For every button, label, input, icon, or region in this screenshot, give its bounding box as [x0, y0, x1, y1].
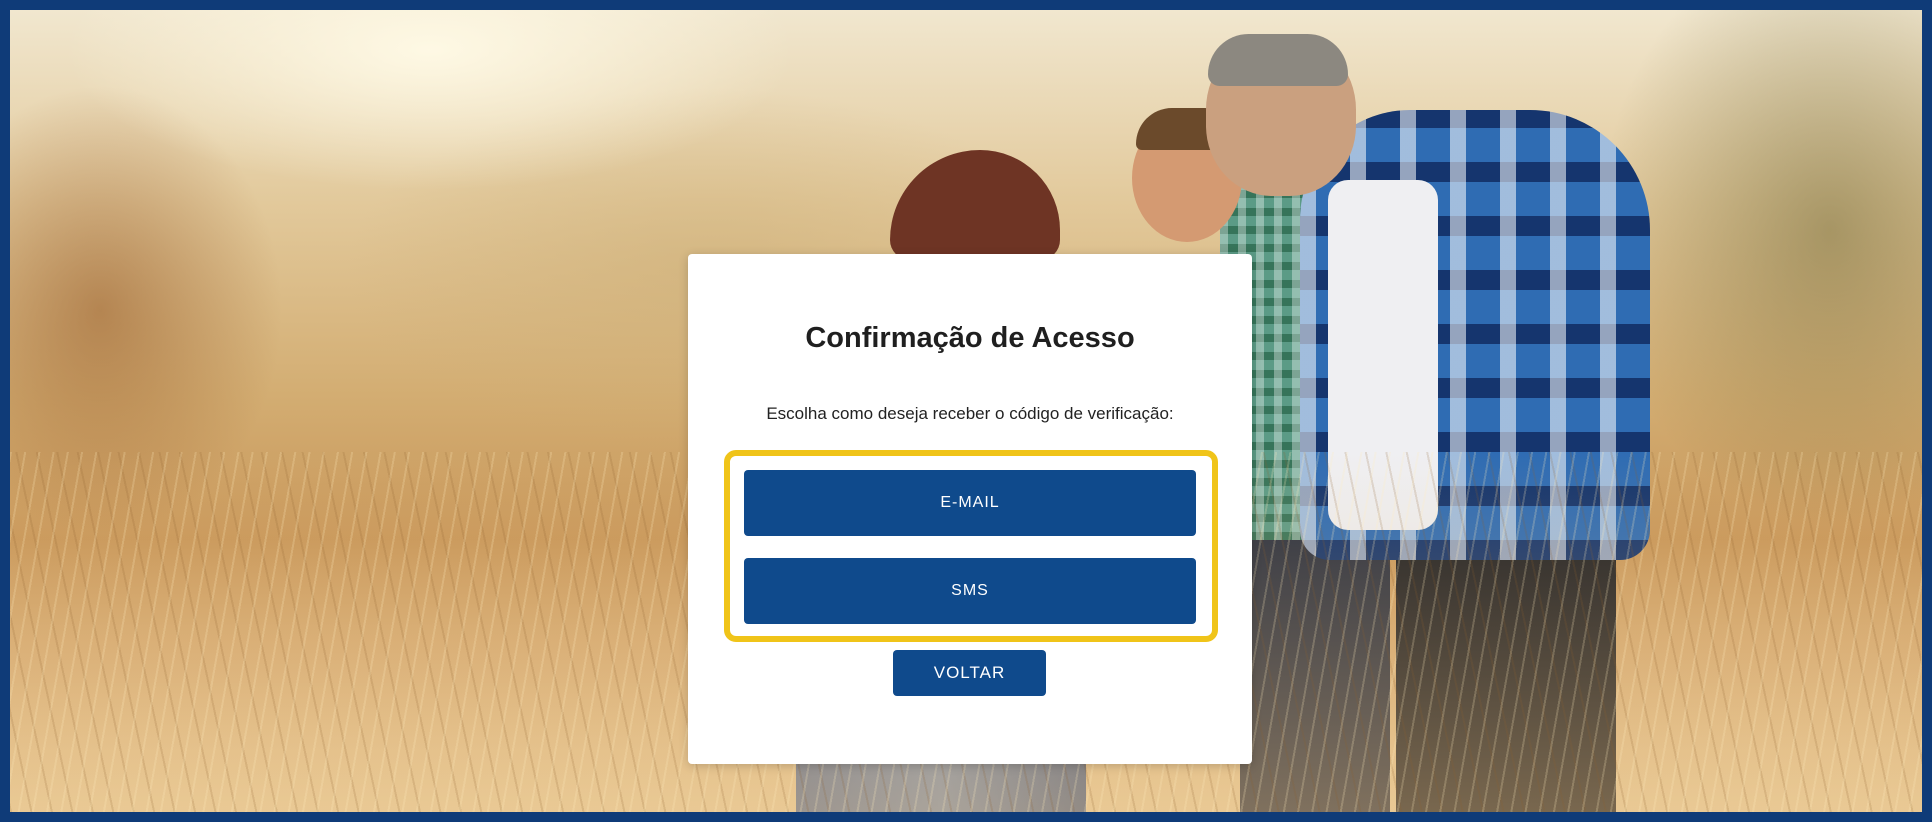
app-frame: Confirmação de Acesso Escolha como desej…: [0, 0, 1932, 822]
email-option-button[interactable]: E-MAIL: [744, 470, 1196, 536]
card-title: Confirmação de Acesso: [805, 322, 1135, 354]
access-confirmation-card: Confirmação de Acesso Escolha como desej…: [688, 254, 1252, 764]
back-button[interactable]: VOLTAR: [893, 650, 1046, 696]
woman-hair-shape: [890, 150, 1060, 260]
man-hair-shape: [1208, 34, 1348, 86]
card-subtitle: Escolha como deseja receber o código de …: [766, 404, 1174, 423]
sms-option-button[interactable]: SMS: [744, 558, 1196, 624]
